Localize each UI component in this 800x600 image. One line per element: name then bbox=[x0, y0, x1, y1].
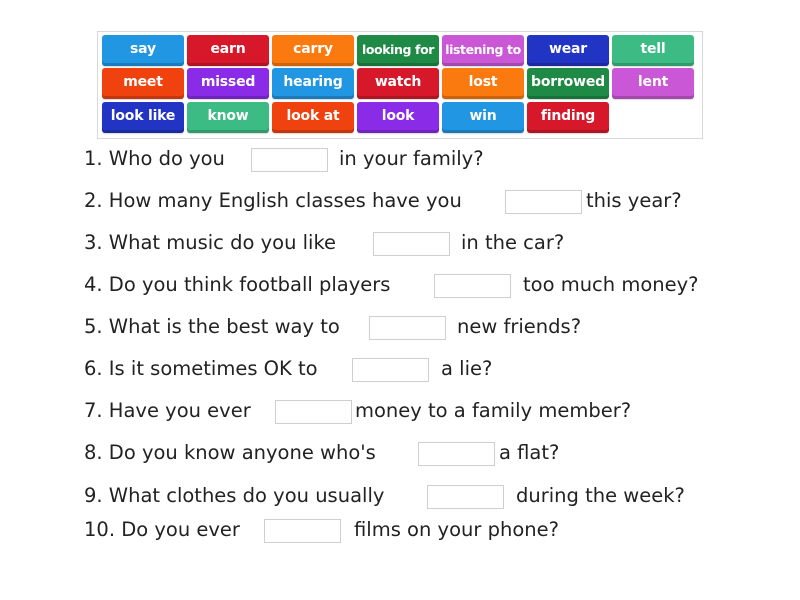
question-text-after: in your family? bbox=[339, 147, 484, 170]
word-tile-say[interactable]: say bbox=[102, 35, 184, 66]
answer-blank[interactable] bbox=[427, 485, 504, 509]
word-tile-carry[interactable]: carry bbox=[272, 35, 354, 66]
question-text-after: films on your phone? bbox=[354, 518, 559, 541]
answer-blank[interactable] bbox=[275, 400, 352, 424]
word-tile-meet[interactable]: meet bbox=[102, 68, 184, 99]
question-text-before: 5. What is the best way to bbox=[84, 315, 340, 338]
word-tile-look[interactable]: look bbox=[357, 102, 439, 133]
word-tile-know[interactable]: know bbox=[187, 102, 269, 133]
question-text-after: in the car? bbox=[461, 231, 565, 254]
word-tile-earn[interactable]: earn bbox=[187, 35, 269, 66]
word-tile-lost[interactable]: lost bbox=[442, 68, 524, 99]
word-tile-borrowed[interactable]: borrowed bbox=[527, 68, 609, 99]
word-tile-tell[interactable]: tell bbox=[612, 35, 694, 66]
question-text-after: new friends? bbox=[457, 315, 582, 338]
question-text-before: 10. Do you ever bbox=[84, 518, 240, 541]
answer-blank[interactable] bbox=[264, 519, 341, 543]
question-text-after: money to a family member? bbox=[355, 399, 632, 422]
question-text-before: 9. What clothes do you usually bbox=[84, 484, 385, 507]
question-text-after: a flat? bbox=[499, 441, 560, 464]
question-text-after: during the week? bbox=[516, 484, 685, 507]
answer-blank[interactable] bbox=[251, 148, 328, 172]
question-text-before: 1. Who do you bbox=[84, 147, 225, 170]
word-tile-lent[interactable]: lent bbox=[612, 68, 694, 99]
question-text-after: this year? bbox=[586, 189, 682, 212]
word-tile-look-at[interactable]: look at bbox=[272, 102, 354, 133]
answer-blank[interactable] bbox=[352, 358, 429, 382]
answer-blank[interactable] bbox=[505, 190, 582, 214]
word-tile-looking-for[interactable]: looking for bbox=[357, 35, 439, 66]
answer-blank[interactable] bbox=[418, 442, 495, 466]
word-tile-wear[interactable]: wear bbox=[527, 35, 609, 66]
answer-blank[interactable] bbox=[434, 274, 511, 298]
answer-blank[interactable] bbox=[369, 316, 446, 340]
word-tile-watch[interactable]: watch bbox=[357, 68, 439, 99]
question-text-before: 7. Have you ever bbox=[84, 399, 251, 422]
question-text-before: 2. How many English classes have you bbox=[84, 189, 462, 212]
word-tile-win[interactable]: win bbox=[442, 102, 524, 133]
word-tile-hearing[interactable]: hearing bbox=[272, 68, 354, 99]
word-tile-missed[interactable]: missed bbox=[187, 68, 269, 99]
question-text-before: 4. Do you think football players bbox=[84, 273, 391, 296]
question-text-after: a lie? bbox=[441, 357, 493, 380]
answer-blank[interactable] bbox=[373, 232, 450, 256]
word-bank: say earn carry looking for listening to wear t… bbox=[97, 31, 703, 139]
word-tile-finding[interactable]: finding bbox=[527, 102, 609, 133]
question-text-before: 3. What music do you like bbox=[84, 231, 337, 254]
question-text-before: 6. Is it sometimes OK to bbox=[84, 357, 318, 380]
word-tile-listening-to[interactable]: listening to bbox=[442, 35, 524, 66]
question-text-after: too much money? bbox=[523, 273, 699, 296]
question-text-before: 8. Do you know anyone who's bbox=[84, 441, 376, 464]
word-tile-look-like[interactable]: look like bbox=[102, 102, 184, 133]
